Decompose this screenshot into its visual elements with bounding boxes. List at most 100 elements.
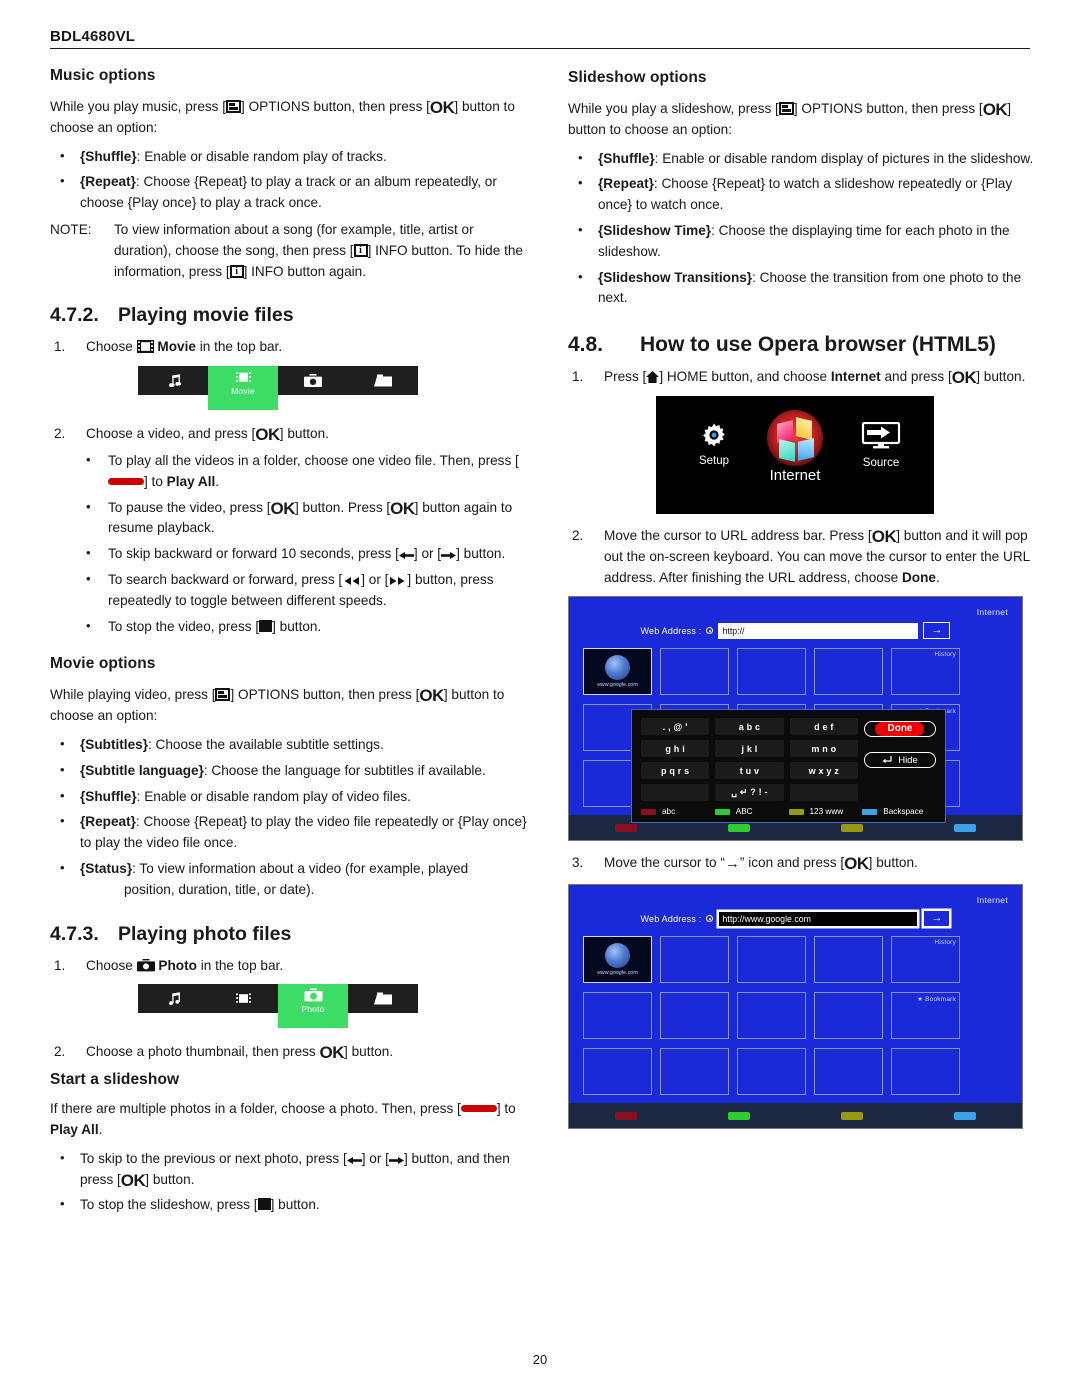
address-bar-row: Web Address : http://www.google.com →	[583, 910, 1008, 928]
slideshow-options-intro: While you play a slideshow, press [] OPT…	[568, 99, 1048, 141]
term: {Shuffle}	[80, 788, 137, 804]
go-button[interactable]: →	[923, 622, 951, 640]
slideshow-options-list: {Shuffle}: Enable or disable random disp…	[568, 148, 1048, 310]
topbar-item-music[interactable]	[138, 366, 208, 395]
topbar-item-photo[interactable]	[278, 366, 348, 395]
tile-empty[interactable]	[660, 1048, 729, 1096]
foot-yellow[interactable]	[796, 1111, 909, 1120]
browser-screenshot-2: Internet Web Address : http://www.google…	[568, 884, 1023, 1130]
txt-c: ] button.	[456, 546, 506, 562]
topbar-item-music[interactable]	[138, 984, 208, 1013]
ok-key-glyph: OK	[982, 100, 1008, 119]
tile-empty[interactable]	[814, 1048, 883, 1096]
keyboard-done-button[interactable]: Done	[863, 721, 936, 738]
key-tuv[interactable]: t u v	[715, 762, 784, 780]
foot-blue[interactable]	[909, 1111, 1022, 1120]
foot-green[interactable]	[682, 1111, 795, 1120]
topbar-item-photo[interactable]: Photo	[278, 984, 348, 1029]
tile-empty[interactable]	[660, 992, 729, 1040]
browser-footer-2	[569, 1103, 1022, 1129]
tile-empty[interactable]	[891, 1048, 960, 1096]
section-heading-movie: 4.7.2. Playing movie files	[50, 304, 530, 327]
key-jkl[interactable]: j k l	[715, 740, 784, 758]
topbar-item-movie[interactable]: Movie	[208, 366, 278, 411]
section-title: Playing movie files	[118, 304, 294, 327]
key-wxyz[interactable]: w x y z	[789, 762, 858, 780]
tile-empty[interactable]	[737, 936, 806, 984]
go-button[interactable]: →	[923, 910, 951, 928]
step-b: ” icon and press [	[739, 855, 845, 871]
key-space-symbols[interactable]: ␣ ↵ ? ! -	[715, 784, 784, 802]
list-item: {Subtitle language}: Choose the language…	[50, 760, 530, 782]
list-item: {Subtitles}: Choose the available subtit…	[50, 734, 530, 756]
tile-empty[interactable]	[660, 936, 729, 984]
topbar-item-folder[interactable]	[348, 984, 418, 1013]
tile-empty[interactable]	[814, 648, 883, 696]
url-input[interactable]: http://	[718, 622, 919, 639]
foot-blue[interactable]	[909, 823, 1022, 832]
key-mno[interactable]: m n o	[789, 740, 858, 758]
browser-viewport: Internet Web Address : http://www.google…	[569, 885, 1022, 1104]
tile-bookmark[interactable]: ★ Bookmark	[891, 992, 960, 1040]
movie-options-heading: Movie options	[50, 655, 156, 673]
opera-steps-3: 3. Move the cursor to “→” icon and press…	[568, 853, 1048, 876]
foot-red[interactable]	[569, 1111, 682, 1120]
foot-green[interactable]	[682, 823, 795, 832]
key-blank-right[interactable]	[789, 784, 858, 802]
legend-backspace[interactable]: Backspace	[862, 807, 936, 816]
step-bold: Done	[901, 569, 936, 585]
desc: : Choose {Repeat} to watch a slideshow r…	[598, 176, 1013, 213]
address-bar-row: Web Address : http:// →	[583, 622, 1008, 640]
options-icon	[226, 100, 242, 113]
legend-ABC[interactable]: ABC	[714, 807, 789, 817]
intro-a: While you play a slideshow, press [	[568, 101, 779, 116]
key-punct[interactable]: . , @ '	[641, 718, 710, 736]
tile-google[interactable]: www.google.com	[583, 648, 652, 696]
key-blank-left[interactable]	[641, 784, 710, 802]
txt-c: .	[215, 473, 220, 489]
step-a: Press [	[604, 369, 647, 385]
tile-empty[interactable]	[737, 992, 806, 1040]
foot-yellow[interactable]	[796, 823, 909, 832]
legend-abc[interactable]: abc	[641, 807, 715, 816]
slideshow-intro: If there are multiple photos in a folder…	[50, 1099, 530, 1141]
step-a: Move the cursor to “	[604, 855, 725, 871]
music-intro-b: ] OPTIONS button, then press [	[241, 99, 430, 114]
tile-empty[interactable]	[583, 1048, 652, 1096]
key-abc[interactable]: a b c	[715, 718, 784, 736]
tile-empty[interactable]	[737, 648, 806, 696]
url-input[interactable]: http://www.google.com	[718, 910, 919, 927]
foot-red[interactable]	[569, 823, 682, 832]
keyboard-hide-button[interactable]: Hide	[863, 752, 936, 769]
key-def[interactable]: d e f	[789, 718, 858, 736]
step-a: Choose a video, and press [	[86, 426, 256, 442]
list-item: {Repeat}: Choose {Repeat} to play a trac…	[50, 171, 530, 214]
tile-history[interactable]: History	[891, 648, 960, 696]
step-c: and press [	[880, 369, 952, 385]
home-icon	[646, 371, 660, 384]
camera-icon	[304, 373, 322, 387]
legend-label: ABC	[735, 807, 753, 817]
home-source-item[interactable]: Source	[848, 421, 914, 469]
tile-google[interactable]: www.google.com	[583, 936, 652, 984]
legend-label: abc	[662, 807, 676, 817]
skip-back-icon	[346, 1156, 362, 1164]
key-ghi[interactable]: g h i	[641, 740, 710, 758]
speed-dial-grid: www.google.com History ★ Bookmark	[583, 936, 1008, 1096]
movie-topbar-widget: Movie	[138, 366, 530, 411]
tile-empty[interactable]	[814, 936, 883, 984]
tile-empty[interactable]	[660, 648, 729, 696]
legend-123www[interactable]: 123 www	[788, 807, 863, 816]
list-item: {Slideshow Transitions}: Choose the tran…	[568, 267, 1048, 310]
topbar-item-folder[interactable]	[348, 366, 418, 395]
tile-empty[interactable]	[814, 992, 883, 1040]
ok-key-glyph: OK	[319, 1043, 345, 1063]
tile-empty[interactable]	[583, 992, 652, 1040]
topbar-item-movie[interactable]	[208, 984, 278, 1013]
step-c: in the top bar.	[199, 339, 283, 355]
tile-empty[interactable]	[737, 1048, 806, 1096]
list-item: To play all the videos in a folder, choo…	[50, 450, 530, 493]
key-pqrs[interactable]: p q r s	[641, 762, 710, 780]
tile-history[interactable]: History	[891, 936, 960, 984]
done-label: Done	[875, 722, 925, 737]
